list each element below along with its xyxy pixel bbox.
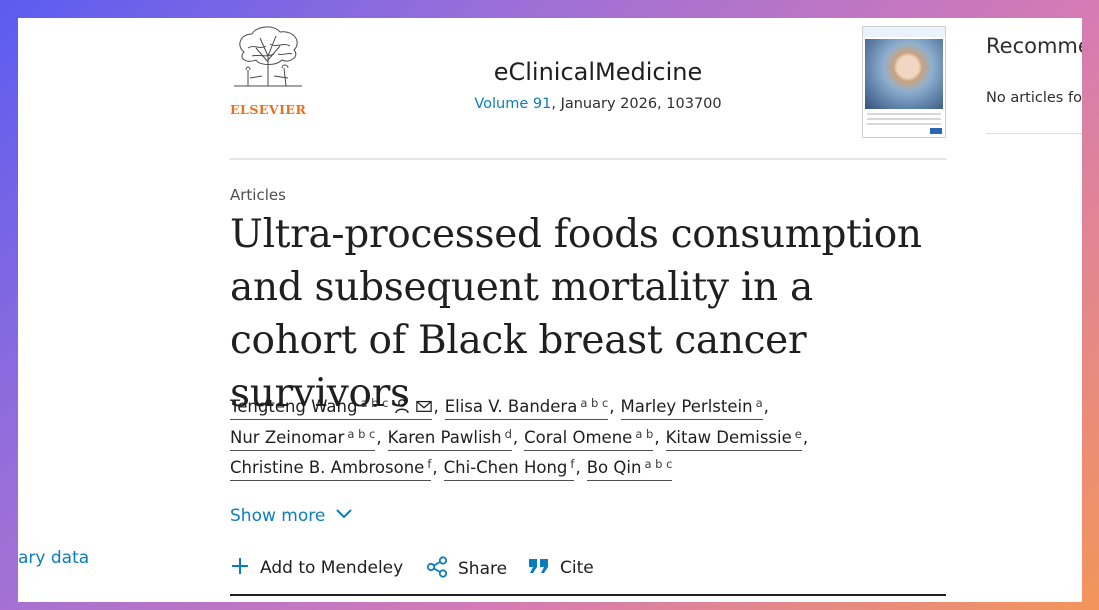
author-name: Karen Pawlish	[387, 427, 502, 447]
author-link[interactable]: Christine B. Ambrosone f	[230, 457, 432, 481]
author-link[interactable]: Karen Pawlish d	[387, 426, 512, 451]
cite-button[interactable]: Cite	[528, 558, 594, 578]
author-link[interactable]: Nur Zeinomar a b c	[230, 426, 376, 451]
author-name: Elisa V. Bandera	[444, 397, 578, 416]
plus-icon	[232, 558, 248, 574]
quote-icon	[529, 559, 548, 573]
supplementary-data-link[interactable]: ary data	[18, 548, 89, 568]
volume-link[interactable]: Volume 91	[474, 96, 551, 112]
author-name: Chi-Chen Hong	[443, 458, 568, 477]
cover-image	[865, 39, 943, 109]
recommended-divider	[986, 133, 1082, 134]
author-affiliations: a b c	[360, 396, 389, 410]
author-name: Nur Zeinomar	[230, 427, 345, 447]
elsevier-tree-icon	[234, 26, 302, 87]
add-to-mendeley-label: Add to Mendeley	[260, 558, 404, 578]
show-more-label: Show more	[230, 506, 326, 526]
cover-text-lines	[867, 113, 941, 128]
author-affiliations: a b c	[347, 426, 376, 441]
article-page: ELSEVIER eClinicalMedicine Volume 91, Ja…	[18, 18, 1082, 602]
cite-label: Cite	[560, 558, 594, 578]
author-name: Marley Perlstein	[620, 397, 753, 416]
email-icon	[416, 400, 433, 412]
issue-details: , January 2026, 103700	[551, 96, 722, 112]
author-name: Tengteng Wang	[230, 397, 358, 416]
author-affiliations: e	[794, 426, 802, 441]
journal-cover-thumbnail[interactable]	[862, 26, 946, 138]
author-link[interactable]: Elisa V. Bandera a b c	[444, 396, 609, 420]
journal-issue-info: Volume 91, January 2026, 103700	[398, 96, 798, 112]
author-affiliations: f	[570, 457, 575, 471]
elsevier-logo[interactable]: ELSEVIER	[230, 26, 306, 117]
author-link[interactable]: Chi-Chen Hong f	[443, 457, 575, 481]
recommended-articles-empty: No articles found.	[986, 90, 1082, 106]
add-to-mendeley-button[interactable]: Add to Mendeley	[230, 558, 403, 578]
author-link[interactable]: Bo Qin a b c	[586, 457, 673, 481]
author-link[interactable]: Kitaw Demissie e	[665, 426, 802, 451]
header-divider	[230, 158, 946, 160]
chevron-down-icon	[336, 509, 353, 519]
show-more-button[interactable]: Show more	[230, 506, 353, 526]
author-affiliations: a b	[635, 426, 654, 441]
author-affiliations: a b c	[580, 396, 609, 410]
cover-header	[863, 27, 945, 37]
author-name: Christine B. Ambrosone	[230, 458, 425, 477]
elsevier-wordmark: ELSEVIER	[230, 102, 307, 117]
recommended-articles-heading: Recommended articles	[986, 34, 1082, 58]
cover-badge	[930, 128, 942, 134]
author-link[interactable]: Marley Perlstein a	[620, 396, 763, 420]
author-name: Bo Qin	[586, 458, 642, 477]
actions-divider	[230, 594, 946, 596]
author-link[interactable]: Coral Omene a b	[524, 426, 654, 451]
share-label: Share	[458, 559, 508, 579]
author-affiliations: a b c	[644, 457, 673, 471]
journal-title[interactable]: eClinicalMedicine	[398, 58, 798, 86]
author-name: Coral Omene	[524, 427, 633, 447]
share-button[interactable]: Share	[426, 556, 508, 580]
author-link[interactable]: Tengteng Wang a b c	[230, 396, 433, 420]
article-title: Ultra-processed foods consumption and su…	[230, 212, 922, 416]
share-icon	[426, 556, 448, 578]
article-type: Articles	[230, 186, 286, 204]
person-icon	[395, 398, 410, 413]
author-list: Tengteng Wang a b c, Elisa V. Bandera a b c…	[230, 392, 946, 484]
author-affiliations: d	[504, 426, 512, 441]
author-affiliations: a	[755, 396, 763, 410]
author-affiliations: f	[427, 457, 432, 471]
author-name: Kitaw Demissie	[665, 427, 792, 447]
